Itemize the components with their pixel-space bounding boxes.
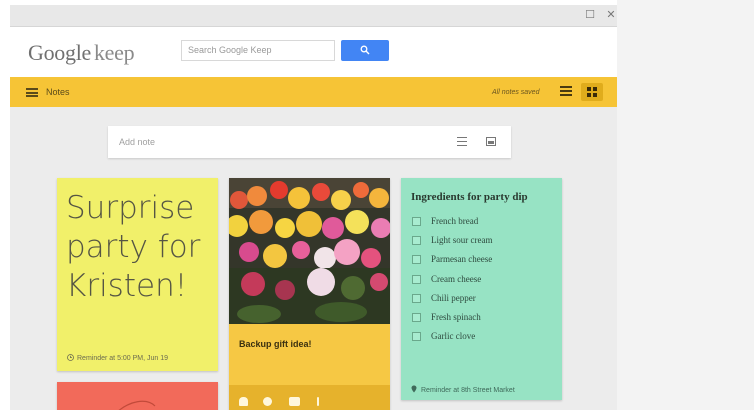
close-icon[interactable]: ✕ [604,8,617,22]
add-note-placeholder: Add note [119,137,156,147]
image-icon[interactable] [289,397,300,406]
app-header: Google keep Search Google Keep [10,27,617,77]
note-reminder[interactable]: Reminder at 8th Street Market [411,385,515,394]
add-note-input[interactable]: Add note [108,126,511,158]
checklist-item-label: Parmesan cheese [431,254,493,264]
note-action-bar [229,385,390,410]
drawing-sketch [118,400,156,410]
reminder-text: Reminder at 8th Street Market [421,387,515,394]
maximize-icon[interactable]: ☐ [583,8,597,22]
checkbox[interactable] [412,332,421,341]
more-icon[interactable] [317,397,319,406]
note-card-red[interactable] [57,382,218,410]
list-view-icon[interactable] [560,86,574,98]
note-card-party[interactable]: Surprise party for Kristen! Reminder at … [57,178,218,371]
logo-keep-text: keep [93,40,135,65]
title-bar: ☐ ✕ [10,5,617,27]
logo-google-text: Google [28,40,91,65]
checklist-item-label: Light sour cream [431,235,493,245]
photo-of-flowers [229,178,390,324]
notes-toolbar: Notes All notes saved [10,77,617,107]
checkbox[interactable] [412,313,421,322]
checkbox[interactable] [412,255,421,264]
note-card-gift[interactable]: Backup gift idea! [229,178,390,410]
reminder-text: Reminder at 5:00 PM, Jun 19 [77,355,169,362]
checklist-item-label: Garlic clove [431,331,476,341]
checklist-item-label: Fresh spinach [431,312,481,322]
clock-icon [67,354,74,361]
note-title: Ingredients for party dip [411,191,528,203]
checkbox[interactable] [412,217,421,226]
save-status: All notes saved [492,89,540,96]
note-text-line: party for [66,229,201,265]
checklist-item-label: Cream cheese [431,274,482,284]
notes-label: Notes [46,87,70,97]
checkbox[interactable] [412,294,421,303]
bell-icon[interactable] [239,397,248,406]
search-input[interactable]: Search Google Keep [181,40,335,61]
note-card-ingredients[interactable]: Ingredients for party dip French bread L… [401,178,562,400]
checkbox[interactable] [412,236,421,245]
note-text-line: Kristen! [66,268,188,304]
grid-view-icon[interactable] [581,83,603,101]
palette-icon[interactable] [263,397,272,406]
note-text-line: Surprise [66,190,195,226]
right-blank-pane [617,0,754,410]
search-icon [360,45,370,55]
keep-window: ☐ ✕ Google keep Search Google Keep Notes … [10,5,617,410]
checkbox[interactable] [412,275,421,284]
checklist-item-label: French bread [431,216,479,226]
hamburger-icon[interactable] [26,88,38,97]
note-reminder[interactable]: Reminder at 5:00 PM, Jun 19 [67,354,168,362]
app-logo: Google keep [28,40,135,66]
location-pin-icon [411,385,417,393]
search-button[interactable] [341,40,389,61]
note-text: Surprise party for Kristen! [66,189,216,306]
note-title: Backup gift idea! [239,339,312,349]
list-icon[interactable] [457,137,467,146]
image-icon[interactable] [486,137,496,146]
checklist-item-label: Chili pepper [431,293,476,303]
